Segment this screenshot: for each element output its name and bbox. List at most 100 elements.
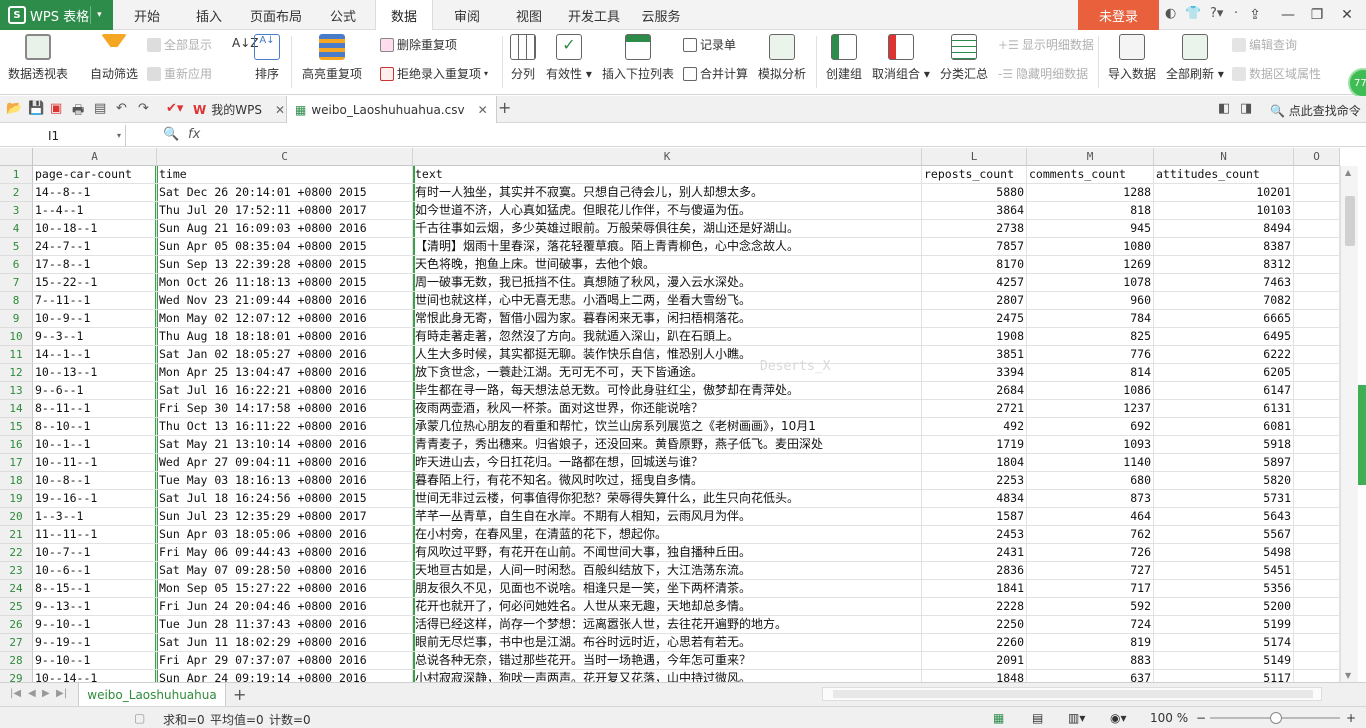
cell-attitudes[interactable]: 5451 bbox=[1154, 562, 1294, 580]
tab-csv-file[interactable]: ▦ weibo_Laoshuhuahua.csv ✕ bbox=[286, 96, 497, 123]
cell-text[interactable]: 有時走著走著，忽然沒了方向。我就遁入深山，趴在石頭上。 bbox=[413, 328, 922, 346]
cell-page-car-count[interactable]: 8--11--1 bbox=[33, 400, 157, 418]
cell-reposts[interactable]: 2091 bbox=[922, 652, 1027, 670]
document-roaming-icon[interactable]: ◧ bbox=[1218, 101, 1230, 116]
header-cell[interactable]: reposts_count bbox=[922, 166, 1027, 184]
row-header[interactable]: 23 bbox=[0, 562, 33, 580]
cell-attitudes[interactable]: 5567 bbox=[1154, 526, 1294, 544]
cell-attitudes[interactable]: 5356 bbox=[1154, 580, 1294, 598]
refresh-all-button[interactable]: 全部刷新 ▾ bbox=[1166, 34, 1224, 82]
cell-page-car-count[interactable]: 9--6--1 bbox=[33, 382, 157, 400]
menu-view[interactable]: 视图 bbox=[503, 0, 555, 30]
menu-developer[interactable]: 开发工具 bbox=[563, 0, 625, 30]
record-form-button[interactable]: 记录单 bbox=[683, 36, 736, 53]
cell-time[interactable]: Sun Apr 24 09:19:14 +0800 2016 bbox=[157, 670, 413, 682]
cell-text[interactable]: 芊芊一丛青草，自生自在水岸。不期有人相知，云雨风月为伴。 bbox=[413, 508, 922, 526]
cell-empty[interactable] bbox=[1294, 274, 1340, 292]
subtotal-button[interactable]: 分类汇总 bbox=[940, 34, 988, 82]
cell-comments[interactable]: 1269 bbox=[1027, 256, 1154, 274]
menu-insert[interactable]: 插入 bbox=[183, 0, 235, 30]
row-header[interactable]: 11 bbox=[0, 346, 33, 364]
cell-time[interactable]: Sun Sep 13 22:39:28 +0800 2015 bbox=[157, 256, 413, 274]
row-header[interactable]: 12 bbox=[0, 364, 33, 382]
row-header[interactable]: 14 bbox=[0, 400, 33, 418]
cell-comments[interactable]: 776 bbox=[1027, 346, 1154, 364]
customize-toolbar-icon[interactable]: ✔▾ bbox=[166, 101, 183, 116]
cell-text[interactable]: 世间也就这样，心中无喜无悲。小酒喝上二两，坐看大雪纷飞。 bbox=[413, 292, 922, 310]
close-icon[interactable]: ✕ bbox=[275, 103, 285, 117]
menu-data[interactable]: 数据 bbox=[375, 0, 433, 31]
cell-reposts[interactable]: 1841 bbox=[922, 580, 1027, 598]
zoom-level[interactable]: 100 % bbox=[1150, 711, 1188, 725]
row-header[interactable]: 10 bbox=[0, 328, 33, 346]
scrollbar-thumb[interactable] bbox=[1345, 196, 1355, 246]
cell-comments[interactable]: 762 bbox=[1027, 526, 1154, 544]
cell-empty[interactable] bbox=[1294, 292, 1340, 310]
cell-reposts[interactable]: 7857 bbox=[922, 238, 1027, 256]
cell-attitudes[interactable]: 5643 bbox=[1154, 508, 1294, 526]
cell-empty[interactable] bbox=[1294, 580, 1340, 598]
close-button[interactable]: ✕ bbox=[1332, 0, 1362, 30]
next-sheet-icon[interactable]: ▶ bbox=[42, 688, 50, 699]
cell-empty[interactable] bbox=[1294, 310, 1340, 328]
cell-attitudes[interactable]: 5820 bbox=[1154, 472, 1294, 490]
row-header[interactable]: 21 bbox=[0, 526, 33, 544]
cell-page-car-count[interactable]: 10--9--1 bbox=[33, 310, 157, 328]
cell-page-car-count[interactable]: 10--18--1 bbox=[33, 220, 157, 238]
row-header[interactable]: 25 bbox=[0, 598, 33, 616]
cell-page-car-count[interactable]: 10--1--1 bbox=[33, 436, 157, 454]
cell-attitudes[interactable]: 8312 bbox=[1154, 256, 1294, 274]
highlight-duplicates-button[interactable]: 高亮重复项 bbox=[302, 34, 362, 82]
cell-time[interactable]: Thu Jul 20 17:52:11 +0800 2017 bbox=[157, 202, 413, 220]
cell-attitudes[interactable]: 6665 bbox=[1154, 310, 1294, 328]
header-cell[interactable]: comments_count bbox=[1027, 166, 1154, 184]
restore-panel-icon[interactable]: ⇪ bbox=[1240, 0, 1270, 30]
insert-function-icon[interactable]: fx bbox=[188, 127, 200, 142]
what-if-button[interactable]: 模拟分析 bbox=[758, 34, 806, 82]
cell-page-car-count[interactable]: 10--13--1 bbox=[33, 364, 157, 382]
cell-reposts[interactable]: 1804 bbox=[922, 454, 1027, 472]
page-break-view-icon[interactable]: ▤ bbox=[1032, 711, 1043, 725]
cell-time[interactable]: Sun Apr 03 18:05:06 +0800 2016 bbox=[157, 526, 413, 544]
redo-icon[interactable]: ↷ bbox=[138, 101, 149, 116]
cell-attitudes[interactable]: 5149 bbox=[1154, 652, 1294, 670]
autofilter-button[interactable]: 自动筛选 bbox=[90, 34, 138, 82]
skin-icon[interactable]: ◐ bbox=[1165, 6, 1176, 21]
cell-time[interactable]: Fri Sep 30 14:17:58 +0800 2016 bbox=[157, 400, 413, 418]
cell-text[interactable]: 世间无非过云楼，何事值得你犯愁？荣辱得失算什么，此生只向花低头。 bbox=[413, 490, 922, 508]
cell-text[interactable]: 周一破事无数，我已抵挡不住。真想随了秋风，漫入云水深处。 bbox=[413, 274, 922, 292]
cell-empty[interactable] bbox=[1294, 184, 1340, 202]
cell-time[interactable]: Sat Jul 18 16:24:56 +0800 2015 bbox=[157, 490, 413, 508]
cell-comments[interactable]: 1080 bbox=[1027, 238, 1154, 256]
zoom-in-icon[interactable]: + bbox=[1346, 711, 1356, 725]
cell-page-car-count[interactable]: 10--11--1 bbox=[33, 454, 157, 472]
cell-page-car-count[interactable]: 8--10--1 bbox=[33, 418, 157, 436]
cell-time[interactable]: Wed Apr 27 09:04:11 +0800 2016 bbox=[157, 454, 413, 472]
row-header[interactable]: 22 bbox=[0, 544, 33, 562]
tab-my-wps[interactable]: W 我的WPS ✕ bbox=[185, 96, 293, 123]
cell-text[interactable]: 在小村旁，在春风里，在清蓝的花下，想起你。 bbox=[413, 526, 922, 544]
cell-page-car-count[interactable]: 1--4--1 bbox=[33, 202, 157, 220]
create-group-button[interactable]: 创建组 bbox=[826, 34, 862, 82]
row-header[interactable]: 4 bbox=[0, 220, 33, 238]
last-sheet-icon[interactable]: ▶| bbox=[56, 688, 67, 699]
reject-duplicates-button[interactable]: 拒绝录入重复项 ▾ bbox=[380, 65, 488, 82]
row-header[interactable]: 28 bbox=[0, 652, 33, 670]
cell-attitudes[interactable]: 7463 bbox=[1154, 274, 1294, 292]
column-header-k[interactable]: K bbox=[413, 148, 922, 166]
cell-reposts[interactable]: 2721 bbox=[922, 400, 1027, 418]
cell-reposts[interactable]: 5880 bbox=[922, 184, 1027, 202]
cell-page-car-count[interactable]: 15--22--1 bbox=[33, 274, 157, 292]
cell-text[interactable]: 毕生都在寻一路，每天想法总无数。可怜此身驻红尘，傲梦却在青萍处。 bbox=[413, 382, 922, 400]
command-search[interactable]: 🔍 点此查找命令 bbox=[1270, 102, 1361, 119]
cell-time[interactable]: Sun Aug 21 16:09:03 +0800 2016 bbox=[157, 220, 413, 238]
cell-time[interactable]: Sat Jul 16 16:22:21 +0800 2016 bbox=[157, 382, 413, 400]
cell-time[interactable]: Mon May 02 12:07:12 +0800 2016 bbox=[157, 310, 413, 328]
sidebar-icon[interactable]: ◨ bbox=[1240, 101, 1252, 116]
cell-comments[interactable]: 819 bbox=[1027, 634, 1154, 652]
cell-page-car-count[interactable]: 10--14--1 bbox=[33, 670, 157, 682]
menu-home[interactable]: 开始 bbox=[121, 0, 173, 30]
cell-text[interactable]: 天地亘古如是，人间一时闲愁。百般纠结放下，大江浩荡东流。 bbox=[413, 562, 922, 580]
cell-attitudes[interactable]: 5174 bbox=[1154, 634, 1294, 652]
cell-text[interactable]: 朋友很久不见，见面也不说啥。相逢只是一笑，坐下两杯清茶。 bbox=[413, 580, 922, 598]
